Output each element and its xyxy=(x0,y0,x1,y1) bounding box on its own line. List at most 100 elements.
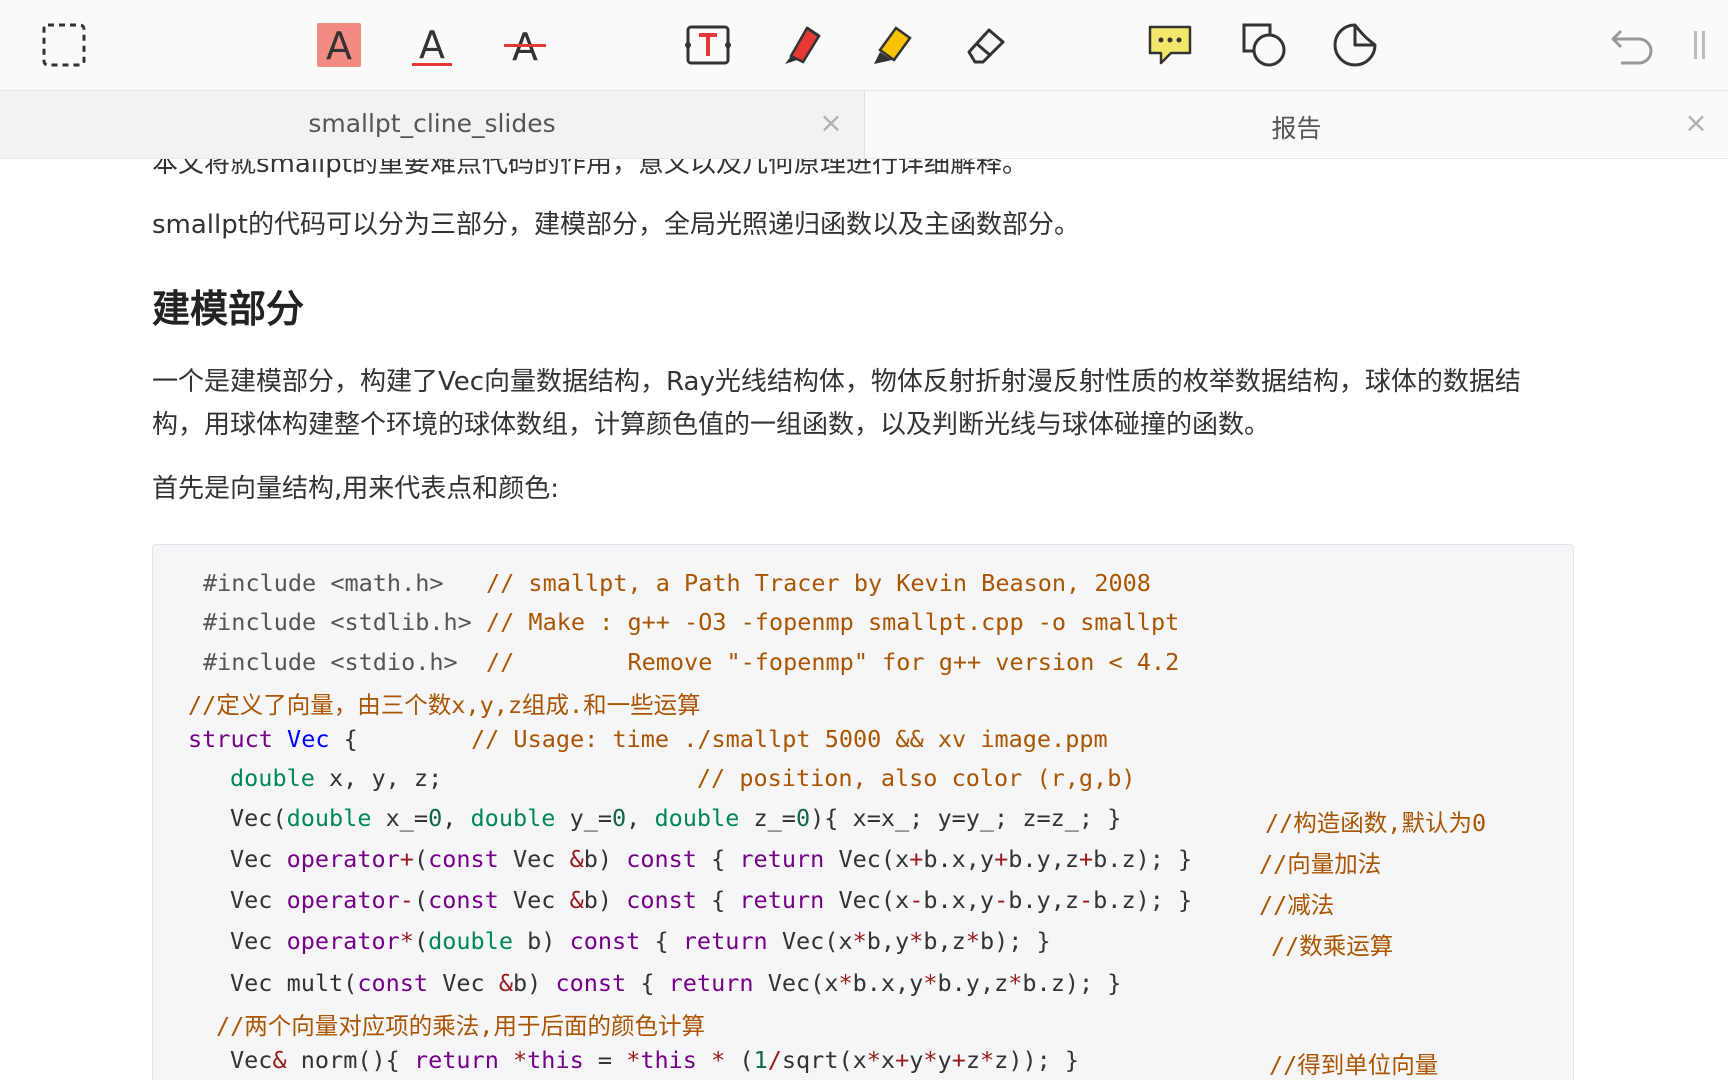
code-token: // Make : g++ -O3 -fopenmp smallpt.cpp -… xyxy=(471,608,1180,636)
code-token: , xyxy=(626,804,655,832)
code-token: * xyxy=(866,1046,881,1074)
code-token: * xyxy=(852,927,867,955)
code-token: Vec xyxy=(428,969,499,997)
code-token: return xyxy=(668,969,754,997)
code-token: * xyxy=(923,1046,938,1074)
code-token: - xyxy=(909,886,924,914)
code-token: b,y xyxy=(866,927,910,955)
code-token: * xyxy=(909,927,924,955)
code-token: 1 xyxy=(753,1046,768,1074)
code-token: //定义了向量，由三个数x,y,z组成.和一些运算 xyxy=(188,691,701,719)
code-token: // smallpt, a Path Tracer by Kevin Beaso… xyxy=(485,569,1151,597)
code-token: + xyxy=(1079,845,1094,873)
document-view[interactable]: 本文将就smallpt的重要难点代码的作用，意义以及几何原理进行详细解释。 sm… xyxy=(0,159,1728,1080)
code-token: #include <stdio.h> xyxy=(203,648,458,676)
code-token: b); } xyxy=(979,927,1051,955)
text-box-tool[interactable] xyxy=(683,20,733,70)
code-token: b.y,z xyxy=(937,969,1009,997)
undo-button[interactable] xyxy=(1607,20,1657,70)
code-line: #include <stdio.h> // Remove "-fopenmp" … xyxy=(203,648,1179,676)
close-icon[interactable]: × xyxy=(1681,108,1711,138)
code-token: b.y,z xyxy=(1008,886,1079,914)
code-token: Vec(x xyxy=(824,886,910,914)
code-token: return xyxy=(682,927,768,955)
code-token: struct xyxy=(188,725,273,753)
code-token: { xyxy=(640,927,683,955)
annotation-toolbar: A A A xyxy=(0,0,1728,91)
comment-tool[interactable] xyxy=(1145,20,1195,70)
code-token: { xyxy=(626,969,669,997)
code-token: 0 xyxy=(428,804,443,832)
code-token: b.z); } xyxy=(1093,845,1193,873)
code-token: b.z); } xyxy=(1022,969,1122,997)
code-token: & xyxy=(498,969,513,997)
code-token: ( xyxy=(725,1046,754,1074)
code-line: Vec operator+(const Vec &b) const { retu… xyxy=(230,845,1192,873)
more-icon xyxy=(1694,31,1705,59)
text-strikethrough-tool[interactable]: A xyxy=(500,20,550,70)
code-token: - xyxy=(994,886,1009,914)
code-token: + xyxy=(909,845,924,873)
eraser-tool[interactable] xyxy=(961,20,1011,70)
code-token: b) xyxy=(583,845,627,873)
sticker-icon xyxy=(1333,23,1377,67)
code-line: //定义了向量，由三个数x,y,z组成.和一些运算 xyxy=(188,686,701,720)
code-token: & xyxy=(569,886,584,914)
code-token: ( xyxy=(413,927,429,955)
text-underline-tool[interactable]: A xyxy=(407,20,457,70)
text-highlight-tool[interactable]: A xyxy=(314,20,364,70)
code-token: x, y, z; xyxy=(314,764,697,792)
code-token: // Remove "-fopenmp" for g++ version < 4… xyxy=(485,648,1180,676)
highlighter-tool[interactable] xyxy=(868,20,918,70)
code-token: + xyxy=(399,845,414,873)
text-strikethrough-icon: A xyxy=(504,25,546,67)
tab-smallpt-cline-slides[interactable]: smallpt_cline_slides × xyxy=(0,91,865,158)
code-token: & xyxy=(272,1046,287,1074)
pen-tool[interactable] xyxy=(777,20,827,70)
code-comment: //数乘运算 xyxy=(1271,932,1394,960)
code-token: #include <math.h> xyxy=(203,569,444,597)
tab-label: 报告 xyxy=(1271,114,1322,143)
shapes-tool[interactable] xyxy=(1239,20,1289,70)
svg-text:A: A xyxy=(326,24,352,67)
highlighter-icon xyxy=(874,26,912,64)
code-token: b) xyxy=(513,969,556,997)
more-button[interactable] xyxy=(1680,20,1720,70)
code-token: return xyxy=(413,1046,499,1074)
tab-report[interactable]: 报告 × xyxy=(865,91,1728,158)
code-token: double xyxy=(654,804,740,832)
code-line: struct Vec { // Usage: time ./smallpt 50… xyxy=(188,725,1108,753)
close-icon[interactable]: × xyxy=(816,108,846,138)
code-token: b) xyxy=(583,886,627,914)
code-token: double xyxy=(286,804,372,832)
code-token: Vec xyxy=(498,886,570,914)
tab-label: smallpt_cline_slides xyxy=(308,109,556,138)
code-line: Vec mult(const Vec &b) const { return Ve… xyxy=(230,969,1121,997)
code-comment: //得到单位向量 xyxy=(1269,1051,1439,1079)
code-token: , xyxy=(442,804,471,832)
code-token: Vec mult( xyxy=(230,969,358,997)
code-token: b.y,z xyxy=(1008,845,1079,873)
code-token: b.x,y xyxy=(852,969,924,997)
code-token: this xyxy=(640,1046,697,1074)
lasso-select-tool[interactable] xyxy=(39,20,89,70)
section-heading: 建模部分 xyxy=(152,287,305,331)
code-line: //两个向量对应项的乘法,用于后面的颜色计算 xyxy=(216,1007,705,1041)
code-token: operator xyxy=(286,886,400,914)
code-token: + xyxy=(951,1046,966,1074)
code-line: Vec operator*(double b) const { return V… xyxy=(230,927,1051,955)
code-token: - xyxy=(399,886,414,914)
code-token: const xyxy=(428,886,499,914)
code-token: double xyxy=(428,927,513,955)
comment-icon xyxy=(1148,25,1192,65)
sticker-tool[interactable] xyxy=(1330,20,1380,70)
text-underline-icon: A xyxy=(412,23,452,67)
code-token: { xyxy=(696,845,740,873)
code-token: Vec xyxy=(230,1046,273,1074)
code-token: Vec xyxy=(287,725,330,753)
code-token: z)); } xyxy=(994,1046,1080,1074)
code-token: * xyxy=(980,1046,995,1074)
